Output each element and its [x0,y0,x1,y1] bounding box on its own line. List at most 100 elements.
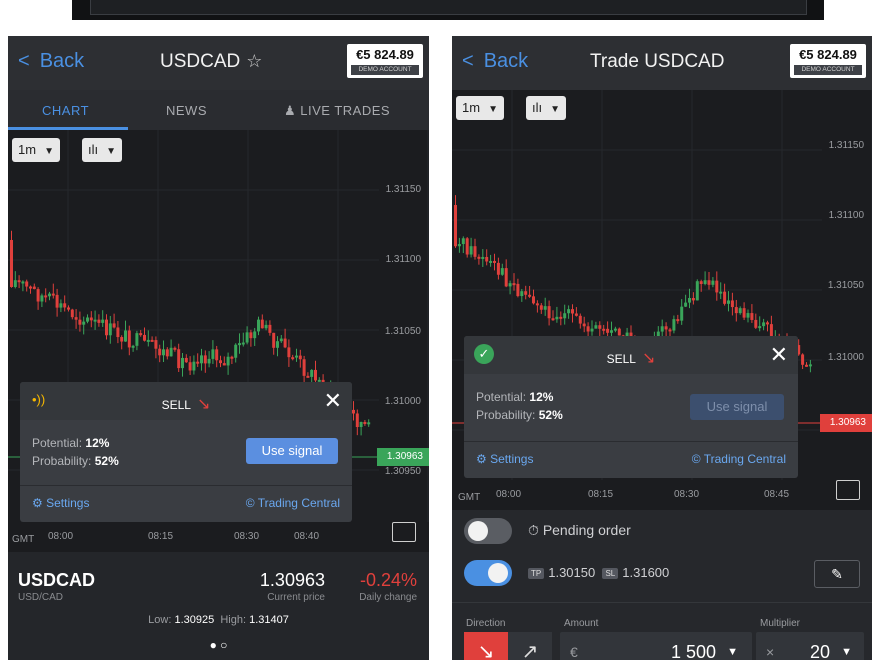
account-type: DEMO ACCOUNT [794,65,862,75]
candle-body [196,361,200,364]
candle-body [192,361,196,371]
price-chart[interactable]: 1m ▼ ılı ▼ 1.31150 1.31100 1.31050 1.31000… [452,90,872,510]
tab-chart[interactable]: CHART [42,103,89,118]
signal-action-label: SELL [606,352,636,366]
low-label: Low: [148,614,172,626]
candle-body [25,281,29,287]
timeframe-dropdown[interactable]: 1m ▼ [456,96,504,120]
candle-body [55,294,59,308]
chart-type-dropdown[interactable]: ılı ▼ [526,96,567,120]
candle-body [78,319,82,325]
candle-body [469,246,473,255]
balance-amount: €5 824.89 [356,47,414,62]
balance-badge[interactable]: €5 824.89 DEMO ACCOUNT [790,44,866,78]
candle-body [723,291,727,304]
use-signal-button[interactable]: Use signal [690,394,784,420]
candle-body [500,268,504,275]
candle-body [116,327,120,338]
page-indicator[interactable]: ● ○ [8,638,429,652]
settings-link[interactable]: ⚙ Settings [32,496,89,510]
quote-subtitle: USD/CAD [18,592,64,603]
sell-direction-button[interactable]: ↘ [464,632,508,660]
back-button[interactable]: < Back [462,50,528,73]
close-icon[interactable]: ✕ [770,342,788,368]
candle-body [207,358,211,364]
candle-body [143,334,146,341]
multiplier-label: Multiplier [760,618,801,629]
fullscreen-icon[interactable] [392,522,416,542]
multiplier-value: 20 [809,642,830,660]
current-price-tag: 1.30963 [819,414,872,432]
probability-label: Probability: [476,408,536,422]
tp-sl-values: TP 1.30150 SL 1.31600 [528,565,669,580]
balance-badge[interactable]: €5 824.89 DEMO ACCOUNT [347,44,423,78]
candle-body [699,281,703,284]
candle-body [32,286,36,290]
tab-live-trades[interactable]: ♟ LIVE TRADES [284,103,390,119]
price-chart[interactable]: 1m ▼ ılı ▼ 1.31150 1.31100 1.31050 1.31000… [8,130,429,552]
candle-body [279,338,283,342]
candle-body [532,296,535,304]
fullscreen-icon[interactable] [836,480,860,500]
candle-body [359,421,363,428]
candle-body [283,338,287,348]
caret-down-icon: ▼ [727,646,738,658]
tab-news[interactable]: NEWS [166,103,207,118]
header: < Back USDCAD ☆ €5 824.89 DEMO ACCOUNT [8,36,429,90]
candle-body [543,306,547,310]
candle-body [808,364,812,367]
candle-body [295,355,298,358]
candle-body [766,322,769,325]
buy-direction-button[interactable]: ↗ [508,632,552,660]
back-button[interactable]: < Back [18,50,84,73]
candle-body [594,325,598,329]
candle-body [539,305,543,310]
timeframe-value: 1m [462,100,481,115]
candle-body [253,331,257,339]
settings-label: Settings [490,452,534,466]
candle-body [703,280,707,284]
amount-field[interactable]: € 1 500 ▼ [560,632,752,660]
daily-change: -0.24% [359,570,417,590]
candle-body [264,324,268,329]
arrow-down-right-icon: ↘ [477,641,495,660]
use-signal-button[interactable]: Use signal [246,438,338,464]
signal-probability: Probability: 52% [32,454,119,468]
timeframe-dropdown[interactable]: 1m ▼ [12,138,60,162]
provider-link[interactable]: © Trading Central [692,452,786,466]
provider-link[interactable]: © Trading Central [246,496,340,510]
y-tick: 1.31050 [827,280,864,291]
user-icon: ♟ [284,103,301,118]
candle-body [188,362,192,371]
candle-body [93,319,97,322]
pending-order-toggle[interactable] [464,518,512,544]
signal-action-label: SELL [161,398,191,412]
time-tick: 08:30 [234,531,260,542]
top-device-bar [72,0,824,20]
candle-body [89,317,93,321]
chart-type-dropdown[interactable]: ılı ▼ [82,138,123,162]
gear-icon: ⚙ [32,496,47,510]
current-price-tag: 1.30963 [376,448,429,466]
candle-body [613,328,617,331]
edit-button[interactable]: ✎ [814,560,860,588]
multiplier-field[interactable]: × 20 ▼ [756,632,864,660]
candle-body [496,262,500,275]
star-icon[interactable]: ☆ [246,51,262,71]
candle-body [465,238,469,255]
candle-body [578,315,582,324]
candle-body [13,280,17,288]
candle-body [17,280,21,283]
time-tick: 08:45 [764,489,790,500]
candle-body [719,291,723,294]
settings-link[interactable]: ⚙ Settings [476,452,533,466]
candle-body [750,313,754,320]
low-value: 1.30925 [174,614,215,626]
candle-body [222,363,226,366]
candle-body [695,281,699,301]
signal-probability: Probability: 52% [476,408,563,422]
tp-sl-toggle[interactable] [464,560,512,586]
close-icon[interactable]: ✕ [324,388,342,414]
candle-body [272,332,276,348]
timezone-label: GMT [458,492,481,503]
